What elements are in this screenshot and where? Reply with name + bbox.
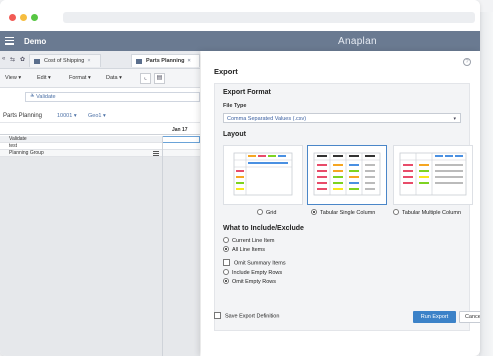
radio-selected-icon	[223, 246, 229, 252]
collapse-icon[interactable]: «	[2, 56, 5, 62]
dimension-dropdown-1[interactable]: 10001 ▾	[57, 113, 77, 119]
layout-tabular-multiple-preview[interactable]	[393, 145, 473, 205]
radio-unselected-icon	[223, 237, 229, 243]
gear-icon[interactable]: ✿	[20, 56, 25, 63]
run-export-button[interactable]: Run Export	[413, 311, 456, 323]
menu-icon[interactable]	[5, 37, 14, 45]
radio-selected-icon	[311, 209, 317, 215]
include-empty-rows-option[interactable]: Include Empty Rows	[223, 269, 282, 276]
radio-selected-icon	[223, 278, 229, 284]
table-row[interactable]: Planning Group	[0, 150, 200, 157]
format-menu[interactable]: Format ▾	[69, 75, 91, 81]
view-menu[interactable]: View ▾	[5, 75, 21, 81]
omit-empty-rows-option[interactable]: Omit Empty Rows	[223, 278, 276, 285]
app-title: Demo	[24, 37, 47, 46]
checkbox-icon	[223, 259, 230, 266]
file-type-value: Comma Separated Values (.csv)	[227, 115, 307, 122]
page-title: Parts Planning	[3, 113, 43, 119]
radio-unselected-icon	[393, 209, 399, 215]
export-icon[interactable]: ▤	[154, 73, 165, 84]
omit-summary-option[interactable]: Omit Summary Items	[223, 259, 286, 267]
toolbar: View ▾ Edit ▾ Format ▾ Data ▾ ⌞ ▤	[0, 69, 200, 88]
export-dialog: Export ? Export Format File Type Comma S…	[201, 51, 480, 356]
module-icon	[34, 59, 40, 64]
help-icon[interactable]: ?	[463, 58, 471, 66]
tab-parts-planning[interactable]: Parts Planning ×	[131, 54, 200, 67]
layout-grid-option[interactable]: Grid	[257, 209, 276, 216]
checkbox-icon	[214, 312, 221, 319]
layout-tabular-single-option[interactable]: Tabular Single Column	[311, 209, 375, 216]
grid-body	[0, 157, 200, 356]
browser-window: Demo Anaplan « ⇆ ✿ Cost of Shipping × Par…	[0, 0, 480, 356]
tab-cost-of-shipping[interactable]: Cost of Shipping ×	[29, 54, 101, 67]
table-row[interactable]: test	[0, 143, 200, 150]
layout-tabular-multiple-option[interactable]: Tabular Multiple Column	[393, 209, 461, 216]
column-header[interactable]: Jan 17	[172, 127, 188, 133]
close-window-dot[interactable]	[9, 14, 16, 21]
address-bar[interactable]	[63, 12, 475, 23]
chevron-down-icon: ▾	[453, 116, 456, 122]
layout-heading: Layout	[223, 131, 246, 138]
tabular-single-icon	[313, 152, 381, 196]
radio-unselected-icon	[257, 209, 263, 215]
app-header: Demo Anaplan	[0, 31, 480, 51]
layout-grid-preview[interactable]	[223, 145, 303, 205]
radio-unselected-icon	[223, 269, 229, 275]
brand-logo: Anaplan	[338, 36, 377, 47]
maximize-window-dot[interactable]	[31, 14, 38, 21]
include-heading: What to Include/Exclude	[223, 225, 304, 232]
tree-icon[interactable]: ⇆	[10, 56, 15, 63]
grid-header	[0, 127, 200, 135]
all-line-items-option[interactable]: All Line Items	[223, 246, 265, 253]
grid-layout-icon	[233, 152, 293, 196]
edit-menu[interactable]: Edit ▾	[37, 75, 51, 81]
column-divider	[162, 136, 163, 356]
tab-bar: « ⇆ ✿ Cost of Shipping × Parts Planning ×	[0, 51, 200, 69]
background-edge	[479, 12, 493, 356]
close-icon[interactable]: ×	[87, 58, 90, 64]
save-export-definition-option[interactable]: Save Export Definition	[214, 312, 279, 320]
layout-tabular-single-preview[interactable]	[307, 145, 387, 205]
file-type-select[interactable]: Comma Separated Values (.csv) ▾	[223, 113, 461, 123]
tab-label: Parts Planning	[146, 58, 185, 64]
tabular-multiple-icon	[399, 152, 467, 196]
tab-label: Cost of Shipping	[44, 58, 85, 64]
current-line-item-option[interactable]: Current Line Item	[223, 237, 275, 244]
minimize-window-dot[interactable]	[20, 14, 27, 21]
selected-cell[interactable]	[162, 136, 200, 143]
module-icon	[136, 59, 142, 64]
file-type-label: File Type	[223, 103, 247, 109]
data-menu[interactable]: Data ▾	[106, 75, 122, 81]
export-format-heading: Export Format	[223, 89, 271, 96]
validate-label[interactable]: ≚ Validate	[30, 94, 56, 100]
cancel-button[interactable]: Cancel	[459, 311, 480, 323]
close-icon[interactable]: ×	[188, 58, 191, 64]
dialog-title: Export	[214, 67, 238, 76]
dimension-dropdown-2[interactable]: Geo1 ▾	[88, 113, 106, 119]
browser-chrome	[0, 0, 480, 30]
filter-icon[interactable]	[153, 151, 159, 156]
chart-icon[interactable]: ⌞	[140, 73, 151, 84]
